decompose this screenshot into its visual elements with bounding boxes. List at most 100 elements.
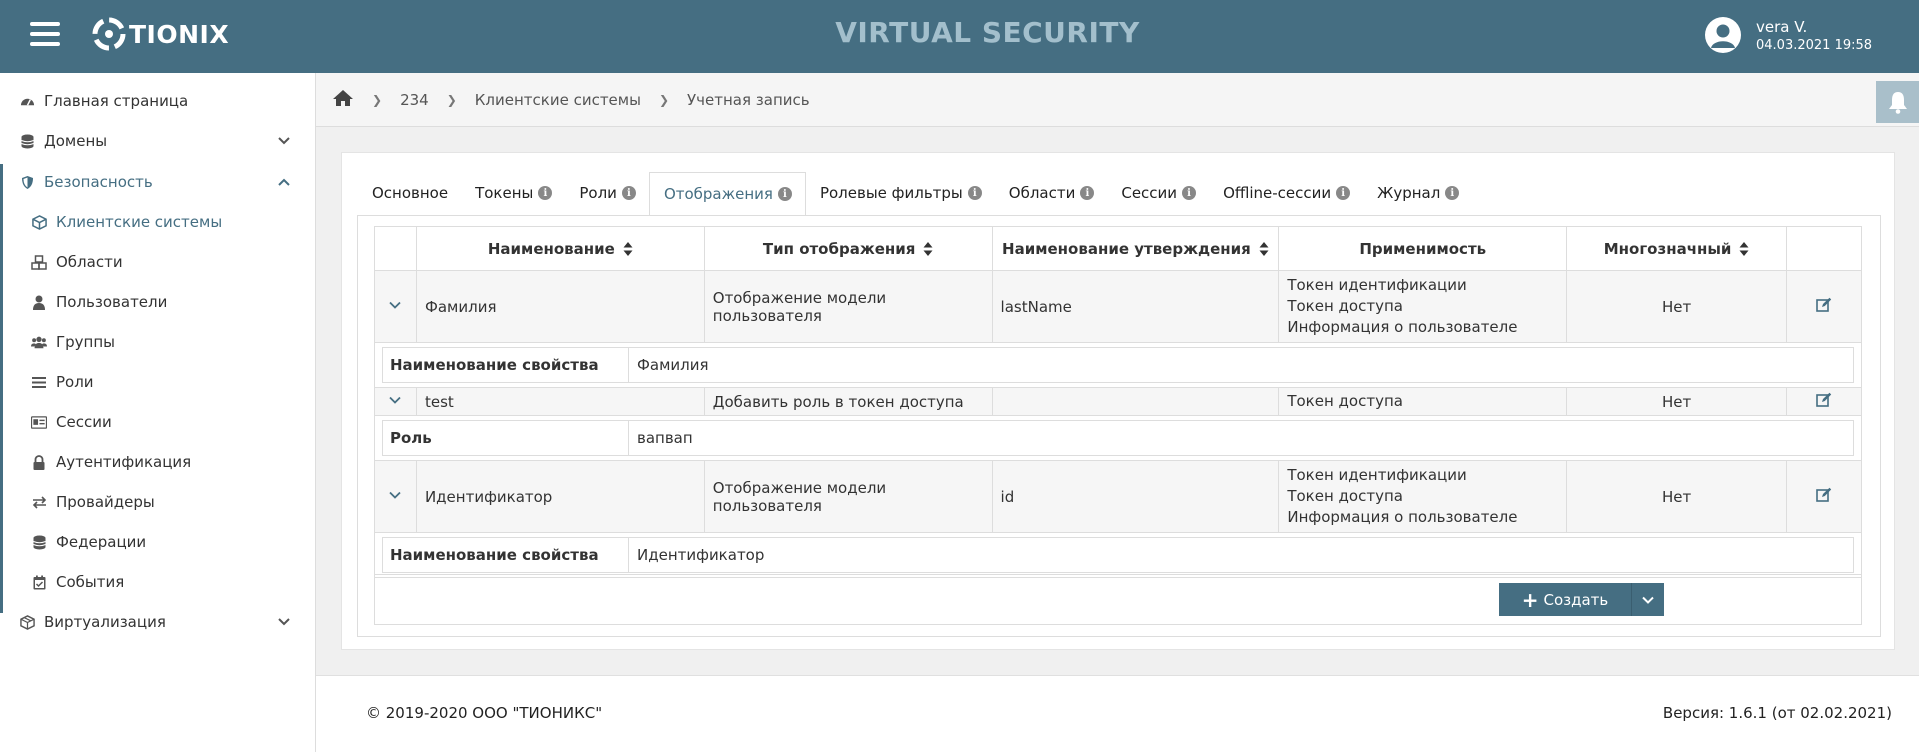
copyright-text: © 2019-2020 ООО "ТИОНИКС" xyxy=(366,704,603,722)
chevron-up-icon[interactable] xyxy=(276,174,292,190)
home-icon[interactable] xyxy=(332,89,354,111)
breadcrumb-separator-icon: ❯ xyxy=(446,92,457,107)
sidebar-item-label: Безопасность xyxy=(44,173,153,191)
cell-claim xyxy=(991,387,1280,416)
expand-toggle[interactable] xyxy=(374,270,417,343)
database-icon xyxy=(19,133,35,149)
sidebar-item-label: События xyxy=(56,573,125,591)
breadcrumb-item[interactable]: 234 xyxy=(400,91,429,109)
cell-type: Отображение модели пользователя xyxy=(703,270,993,343)
sidebar-item-label: Группы xyxy=(56,333,116,351)
sidebar-item-providers[interactable]: Провайдеры xyxy=(0,482,316,522)
cell-claim: lastName xyxy=(991,270,1280,343)
sidebar-item-authentication[interactable]: Аутентификация xyxy=(0,442,316,482)
detail-value: Фамилия xyxy=(637,356,709,374)
cell-name: test xyxy=(415,387,705,416)
cell-applicability: Токен идентификации Токен доступа Информ… xyxy=(1278,460,1568,533)
breadcrumb-separator-icon: ❯ xyxy=(372,92,383,107)
breadcrumb: ❯ 234 ❯ Клиентские системы ❯ Учетная зап… xyxy=(316,73,1919,127)
sidebar-item-label: Домены xyxy=(44,132,108,150)
sidebar-item-label: Области xyxy=(56,253,123,271)
edit-button[interactable] xyxy=(1786,270,1862,343)
info-icon: i xyxy=(1080,186,1095,200)
table-row: test Добавить роль в токен доступа Токен… xyxy=(374,387,1862,416)
chevron-down-icon xyxy=(1642,596,1654,604)
column-header-multivalued[interactable]: Многозначный xyxy=(1566,226,1788,271)
sidebar-item-virtualization[interactable]: Виртуализация xyxy=(0,602,316,642)
sort-icon xyxy=(923,242,933,256)
cell-type: Отображение модели пользователя xyxy=(703,460,993,533)
sidebar-item-federations[interactable]: Федерации xyxy=(0,522,316,562)
sidebar-item-client-systems[interactable]: Клиентские системы xyxy=(0,202,316,242)
sidebar-item-sessions[interactable]: Сессии xyxy=(0,402,316,442)
detail-key: Наименование свойства xyxy=(383,538,629,572)
sidebar-item-label: Сессии xyxy=(56,413,112,431)
actions-column-header xyxy=(1786,226,1862,271)
edit-icon xyxy=(1816,487,1832,502)
tab-main[interactable]: Основное xyxy=(358,171,461,215)
expand-toggle[interactable] xyxy=(374,387,417,416)
column-header-type[interactable]: Тип отображения xyxy=(703,226,993,271)
info-icon: i xyxy=(1182,186,1197,200)
dashboard-icon xyxy=(19,93,35,109)
info-icon: i xyxy=(538,186,553,200)
tab-roles[interactable]: Роли i xyxy=(565,171,649,215)
tab-role-filters[interactable]: Ролевые фильтры i xyxy=(806,171,995,215)
user-datetime: 04.03.2021 19:58 xyxy=(1756,38,1873,53)
sidebar-item-users[interactable]: Пользователи xyxy=(0,282,316,322)
id-card-icon xyxy=(31,414,47,430)
edit-button[interactable] xyxy=(1786,387,1862,416)
cell-applicability: Токен идентификации Токен доступа Информ… xyxy=(1278,270,1568,343)
tab-journal[interactable]: Журнал i xyxy=(1363,171,1472,215)
tab-sessions[interactable]: Сессии i xyxy=(1107,171,1209,215)
chevron-down-icon xyxy=(389,491,402,499)
sidebar-item-realms[interactable]: Области xyxy=(0,242,316,282)
cell-multivalued: Нет xyxy=(1566,270,1788,343)
footer: © 2019-2020 ООО "ТИОНИКС" Версия: 1.6.1 … xyxy=(316,675,1919,752)
table-row: Идентификатор Отображение модели пользов… xyxy=(374,460,1862,533)
expand-toggle[interactable] xyxy=(374,460,417,533)
column-header-claim[interactable]: Наименование утверждения xyxy=(991,226,1280,271)
lock-icon xyxy=(31,454,47,470)
cell-multivalued: Нет xyxy=(1566,460,1788,533)
column-header-name[interactable]: Наименование xyxy=(415,226,705,271)
user-avatar-icon[interactable] xyxy=(1705,17,1741,53)
detail-key: Наименование свойства xyxy=(383,348,629,382)
sidebar-item-roles[interactable]: Роли xyxy=(0,362,316,402)
info-icon: i xyxy=(1336,186,1351,200)
shield-icon xyxy=(19,174,35,190)
tab-mappings[interactable]: Отображения i xyxy=(648,172,806,216)
sidebar-item-label: Роли xyxy=(56,373,94,391)
cell-claim: id xyxy=(991,460,1280,533)
table-detail-row: Наименование свойства Идентификатор xyxy=(374,532,1862,578)
sidebar-item-groups[interactable]: Группы xyxy=(0,322,316,362)
tab-bar: Основное Токены i Роли i Отображения i Роле… xyxy=(358,171,1472,216)
info-icon: i xyxy=(777,187,792,201)
breadcrumb-item[interactable]: Клиентские системы xyxy=(475,91,641,109)
mappings-table: Наименование Тип отображения Наименовани… xyxy=(374,226,1862,578)
cubes-icon xyxy=(19,614,35,630)
create-dropdown-toggle[interactable] xyxy=(1632,583,1664,616)
cell-applicability: Токен доступа xyxy=(1278,387,1568,416)
detail-value: вапвап xyxy=(637,429,693,447)
chevron-down-icon[interactable] xyxy=(276,133,292,149)
edit-button[interactable] xyxy=(1786,460,1862,533)
table-header-row: Наименование Тип отображения Наименовани… xyxy=(374,226,1862,271)
tab-offline-sessions[interactable]: Offline-сессии i xyxy=(1209,171,1363,215)
tab-tokens[interactable]: Токены i xyxy=(461,171,565,215)
sidebar-item-domains[interactable]: Домены xyxy=(0,121,316,161)
tab-scopes[interactable]: Области i xyxy=(995,171,1108,215)
cube-icon xyxy=(31,214,47,230)
sidebar-item-security[interactable]: Безопасность xyxy=(0,162,316,202)
sidebar-item-home[interactable]: Главная страница xyxy=(0,81,316,121)
user-name[interactable]: vera V. xyxy=(1756,18,1807,36)
bell-icon xyxy=(1888,92,1907,114)
mappings-panel: Наименование Тип отображения Наименовани… xyxy=(357,215,1881,637)
app-title: VIRTUAL SECURITY xyxy=(835,16,1140,49)
create-button[interactable]: + Создать xyxy=(1499,583,1632,616)
chevron-down-icon[interactable] xyxy=(276,614,292,630)
sidebar-item-events[interactable]: События xyxy=(0,562,316,602)
notifications-button[interactable] xyxy=(1876,81,1919,123)
cell-name: Идентификатор xyxy=(415,460,705,533)
sort-icon xyxy=(623,242,633,256)
